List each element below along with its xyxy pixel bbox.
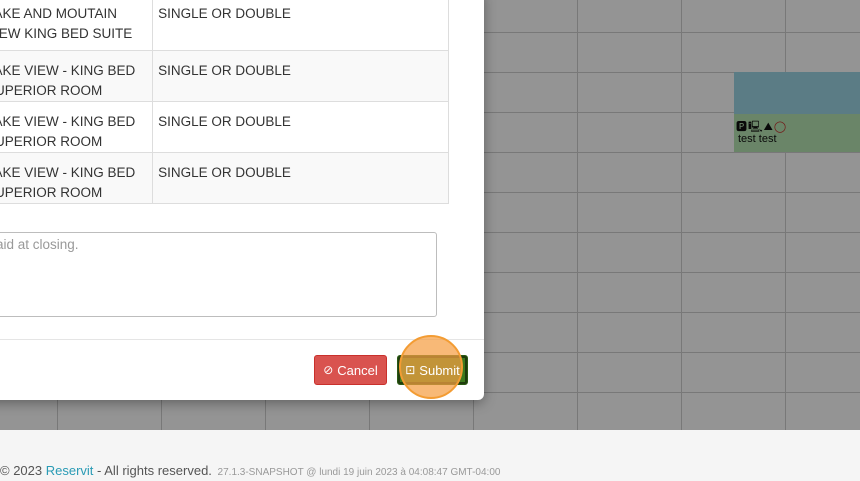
footer-brand-link[interactable]: Reservit (46, 463, 94, 478)
footer-copyright: © 2023 (0, 463, 46, 478)
room-name-cell: LAKE VIEW - KING BED SUPERIOR ROOM (0, 152, 154, 204)
footer-line: © 2023 Reservit - All rights reserved. 2… (0, 463, 500, 478)
room-name-cell: LAKE VIEW - KING BED SUPERIOR ROOM (0, 101, 154, 153)
occupancy-type: SINGLE OR DOUBLE (158, 165, 291, 180)
notes-textarea[interactable] (0, 232, 437, 317)
page-footer: © 2023 Reservit - All rights reserved. 2… (0, 430, 860, 481)
room-name: LAKE VIEW - KING BED SUPERIOR ROOM (0, 63, 136, 98)
save-icon: ⊡ (405, 363, 416, 377)
occupancy-type: SINGLE OR DOUBLE (158, 63, 291, 78)
footer-rights: - All rights reserved. (93, 463, 212, 478)
room-name: LAKE VIEW - KING BED SUPERIOR ROOM (0, 165, 136, 200)
occupancy-cell: SINGLE OR DOUBLE (152, 50, 449, 102)
submit-button-label: Submit (419, 362, 460, 378)
table-row: LAKE VIEW - KING BED SUPERIOR ROOM SINGL… (0, 152, 449, 204)
occupancy-cell: SINGLE OR DOUBLE (152, 0, 449, 51)
modal-footer-divider (0, 339, 484, 340)
cancel-button-label: Cancel (337, 362, 378, 378)
cancel-button[interactable]: ⊘ Cancel (314, 355, 387, 385)
occupancy-cell: SINGLE OR DOUBLE (152, 101, 449, 153)
room-name: LAKE VIEW - KING BED SUPERIOR ROOM (0, 114, 136, 149)
occupancy-type: SINGLE OR DOUBLE (158, 6, 291, 21)
table-row: LAKE VIEW - KING BED SUPERIOR ROOM SINGL… (0, 50, 449, 102)
room-name: LAKE AND MOUTAIN VIEW KING BED SUITE (0, 6, 133, 41)
submit-button[interactable]: ⊡ Submit (397, 355, 468, 385)
table-row: LAKE VIEW - KING BED SUPERIOR ROOM SINGL… (0, 101, 449, 153)
ban-icon: ⊘ (323, 363, 334, 377)
occupancy-type: SINGLE OR DOUBLE (158, 114, 291, 129)
room-name-cell: LAKE VIEW - KING BED SUPERIOR ROOM (0, 50, 154, 102)
room-name-cell: LAKE AND MOUTAIN VIEW KING BED SUITE (0, 0, 154, 51)
rooms-table: LAKE AND MOUTAIN VIEW KING BED SUITE SIN… (0, 0, 449, 204)
footer-version: 27.1.3-SNAPSHOT @ lundi 19 juin 2023 à 0… (217, 467, 501, 478)
occupancy-cell: SINGLE OR DOUBLE (152, 152, 449, 204)
table-row: LAKE AND MOUTAIN VIEW KING BED SUITE SIN… (0, 0, 449, 51)
